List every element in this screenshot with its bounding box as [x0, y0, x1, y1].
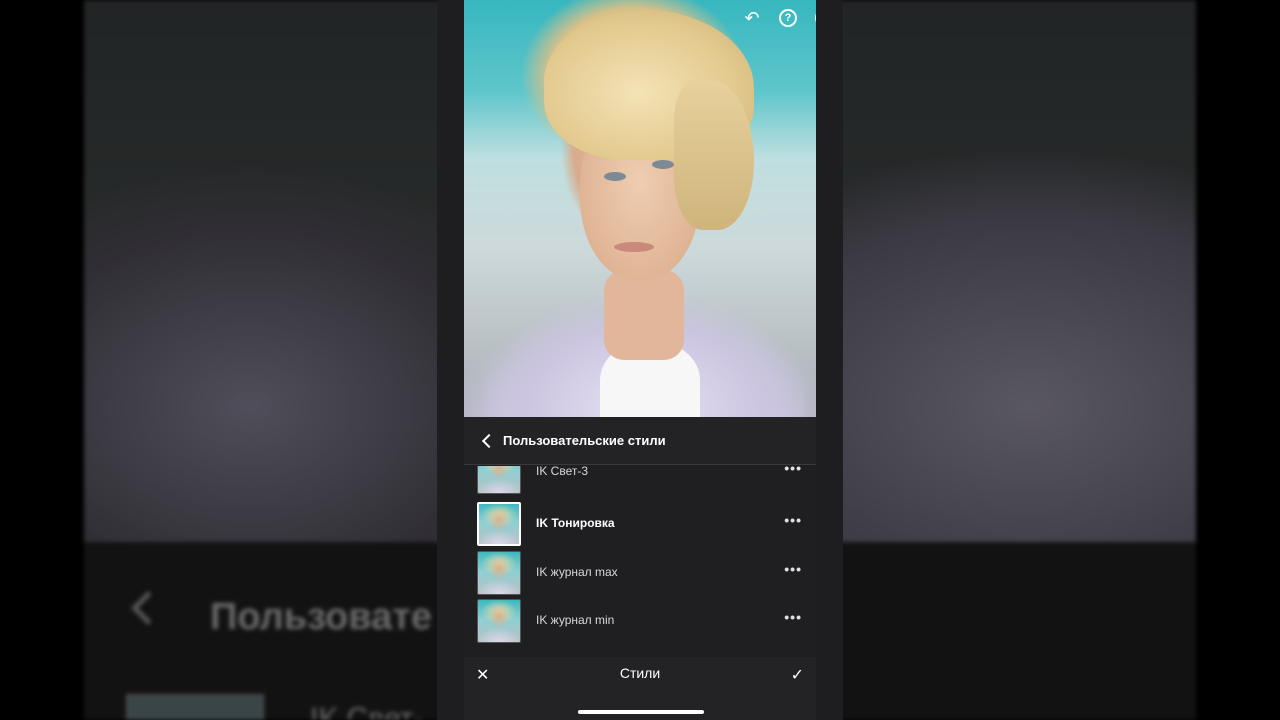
list-item[interactable]: IK Тонировка •••	[464, 500, 816, 548]
preset-more-icon[interactable]: •••	[784, 609, 802, 625]
checkmark-icon[interactable]: ✓	[791, 665, 804, 685]
photo-eye-right	[652, 160, 674, 169]
photo-preview[interactable]: ↶ ? •••	[464, 0, 816, 417]
preset-thumbnail	[477, 466, 521, 494]
background-thumbnail	[126, 694, 264, 720]
preset-label: IK Тонировка	[536, 516, 615, 530]
bottom-title: Стили	[619, 665, 661, 681]
preset-more-icon[interactable]: •••	[784, 561, 802, 577]
list-item[interactable]: IK Свет-3 •••	[464, 466, 816, 496]
undo-icon[interactable]: ↶	[742, 8, 762, 28]
more-options-icon[interactable]: •••	[815, 9, 816, 27]
bottom-bar: ✕ Стили ✓	[464, 657, 816, 720]
background-title: Пользовате	[210, 596, 432, 638]
back-chevron-icon[interactable]	[481, 433, 497, 449]
preset-label: IK журнал max	[536, 565, 618, 579]
preset-thumbnail	[477, 551, 521, 595]
list-item[interactable]: IK журнал max •••	[464, 549, 816, 597]
styles-panel-header: Пользовательские стили	[464, 417, 816, 465]
home-indicator[interactable]	[578, 710, 704, 714]
presets-list[interactable]: IK Свет-3 ••• IK Тонировка ••• IK журнал…	[464, 466, 816, 656]
phone-screen: ↶ ? ••• Пользовательские стили IK Свет-3…	[437, 0, 843, 720]
preset-label: IK Свет-3	[536, 466, 589, 478]
photo-neck	[604, 270, 684, 360]
photo-eye-left	[604, 172, 626, 181]
preset-thumbnail	[477, 599, 521, 643]
photo-lips	[614, 242, 654, 252]
background-item-label: IK Свет-	[310, 702, 424, 720]
list-item[interactable]: IK журнал min •••	[464, 597, 816, 645]
help-icon[interactable]: ?	[779, 9, 797, 27]
panel-title: Пользовательские стили	[503, 433, 666, 448]
preset-more-icon[interactable]: •••	[784, 466, 802, 476]
preset-thumbnail	[477, 502, 521, 546]
preset-label: IK журнал min	[536, 613, 615, 627]
preset-more-icon[interactable]: •••	[784, 512, 802, 528]
